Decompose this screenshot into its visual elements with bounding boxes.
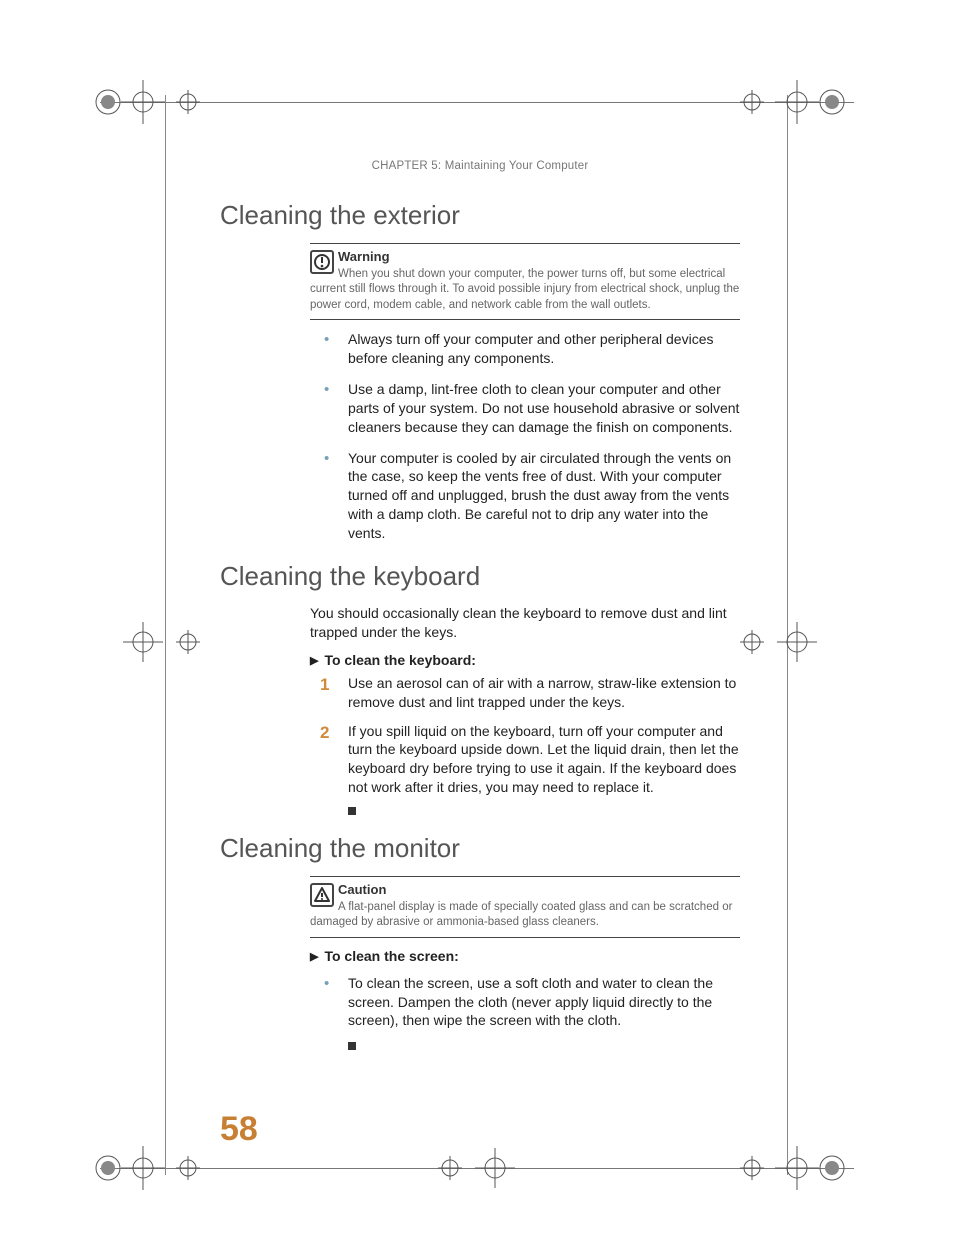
list-item: Use a damp, lint-free cloth to clean you… [310,380,740,437]
warning-callout: Warning When you shut down your computer… [310,243,740,320]
procedure-heading-keyboard: To clean the keyboard: [310,652,740,668]
step-item: 1 Use an aerosol can of air with a narrow… [310,674,740,712]
warning-icon [310,250,334,274]
registration-mark-icon [732,72,852,132]
list-item: To clean the screen, use a soft cloth an… [310,974,740,1031]
step-text: Use an aerosol can of air with a narrow,… [348,675,736,710]
page-content: CHAPTER 5: Maintaining Your Computer Cle… [220,160,740,1050]
list-item: Your computer is cooled by air circulate… [310,449,740,543]
chapter-title: Maintaining Your Computer [445,160,589,172]
registration-mark-icon [732,1138,852,1198]
procedure-heading-screen: To clean the screen: [310,948,740,964]
registration-mark-icon [88,72,208,132]
monitor-bullet-list: To clean the screen, use a soft cloth an… [310,974,740,1031]
page-number: 58 [220,1110,258,1149]
caution-title: Caution [338,882,386,897]
step-number: 2 [320,722,329,745]
registration-mark-icon [88,1138,208,1198]
keyboard-steps: 1 Use an aerosol can of air with a narrow… [310,674,740,797]
exterior-bullet-list: Always turn off your computer and other … [310,330,740,543]
registration-mark-icon [420,1138,540,1198]
step-number: 1 [320,674,329,697]
registration-mark-icon [88,612,208,672]
section-title-monitor: Cleaning the monitor [220,833,740,864]
caution-body: A flat-panel display is made of speciall… [310,901,732,929]
registration-mark-icon [732,612,852,672]
section-title-exterior: Cleaning the exterior [220,200,740,231]
end-of-procedure-icon [348,1042,356,1050]
keyboard-intro: You should occasionally clean the keyboa… [310,604,740,642]
step-text: If you spill liquid on the keyboard, tur… [348,723,739,796]
step-item: 2 If you spill liquid on the keyboard, tu… [310,722,740,798]
chapter-label: CHAPTER 5 [372,160,438,172]
section-title-keyboard: Cleaning the keyboard [220,561,740,592]
end-of-procedure-icon [348,807,356,815]
warning-title: Warning [338,249,390,264]
list-item: Always turn off your computer and other … [310,330,740,368]
caution-icon [310,883,334,907]
warning-body: When you shut down your computer, the po… [310,268,739,311]
caution-callout: Caution A flat-panel display is made of … [310,876,740,938]
chapter-header: CHAPTER 5: Maintaining Your Computer [220,160,740,172]
